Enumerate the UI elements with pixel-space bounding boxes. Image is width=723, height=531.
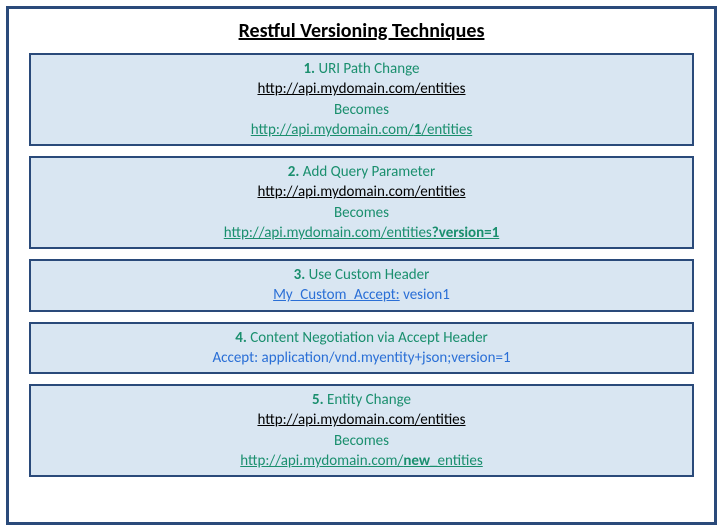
technique-box-3: 3. Use Custom Header My_Custom_Accept: v… <box>29 259 694 312</box>
item-number: 5. <box>312 391 324 409</box>
item-number: 1. <box>303 60 315 78</box>
result-url: http://api.mydomain.com/1/entities <box>251 121 472 139</box>
box-header: 3. Use Custom Header <box>39 265 684 285</box>
item-number: 3. <box>294 266 306 284</box>
item-number: 4. <box>235 329 247 347</box>
technique-box-2: 2. Add Query Parameter http://api.mydoma… <box>29 156 694 249</box>
diagram-title: Restful Versioning Techniques <box>239 19 485 43</box>
technique-box-5: 5. Entity Change http://api.mydomain.com… <box>29 384 694 477</box>
becomes-label: Becomes <box>39 431 684 451</box>
technique-box-1: 1. URI Path Change http://api.mydomain.c… <box>29 53 694 146</box>
becomes-label: Becomes <box>39 203 684 223</box>
original-url: http://api.mydomain.com/entities <box>257 411 465 429</box>
result-url: http://api.mydomain.com/entities?version… <box>224 224 500 242</box>
item-label: Add Query Parameter <box>303 163 435 181</box>
technique-box-4: 4. Content Negotiation via Accept Header… <box>29 322 694 375</box>
item-label: Content Negotiation via Accept Header <box>250 329 488 347</box>
item-label: URI Path Change <box>318 60 419 78</box>
header-name: My_Custom_Accept: <box>273 286 400 304</box>
box-header: 5. Entity Change <box>39 390 684 410</box>
box-header: 4. Content Negotiation via Accept Header <box>39 328 684 348</box>
item-label: Entity Change <box>327 391 411 409</box>
original-url: http://api.mydomain.com/entities <box>257 183 465 201</box>
original-url: http://api.mydomain.com/entities <box>257 80 465 98</box>
header-value: vesion1 <box>400 286 450 304</box>
becomes-label: Becomes <box>39 100 684 120</box>
custom-header-line: My_Custom_Accept: vesion1 <box>39 285 684 305</box>
result-url: http://api.mydomain.com/new_entities <box>240 452 483 470</box>
accept-header-line: Accept: application/vnd.myentity+json;ve… <box>39 348 684 368</box>
diagram-container: Restful Versioning Techniques 1. URI Pat… <box>6 6 717 525</box>
box-header: 2. Add Query Parameter <box>39 162 684 182</box>
box-header: 1. URI Path Change <box>39 59 684 79</box>
item-number: 2. <box>288 163 300 181</box>
item-label: Use Custom Header <box>309 266 430 284</box>
